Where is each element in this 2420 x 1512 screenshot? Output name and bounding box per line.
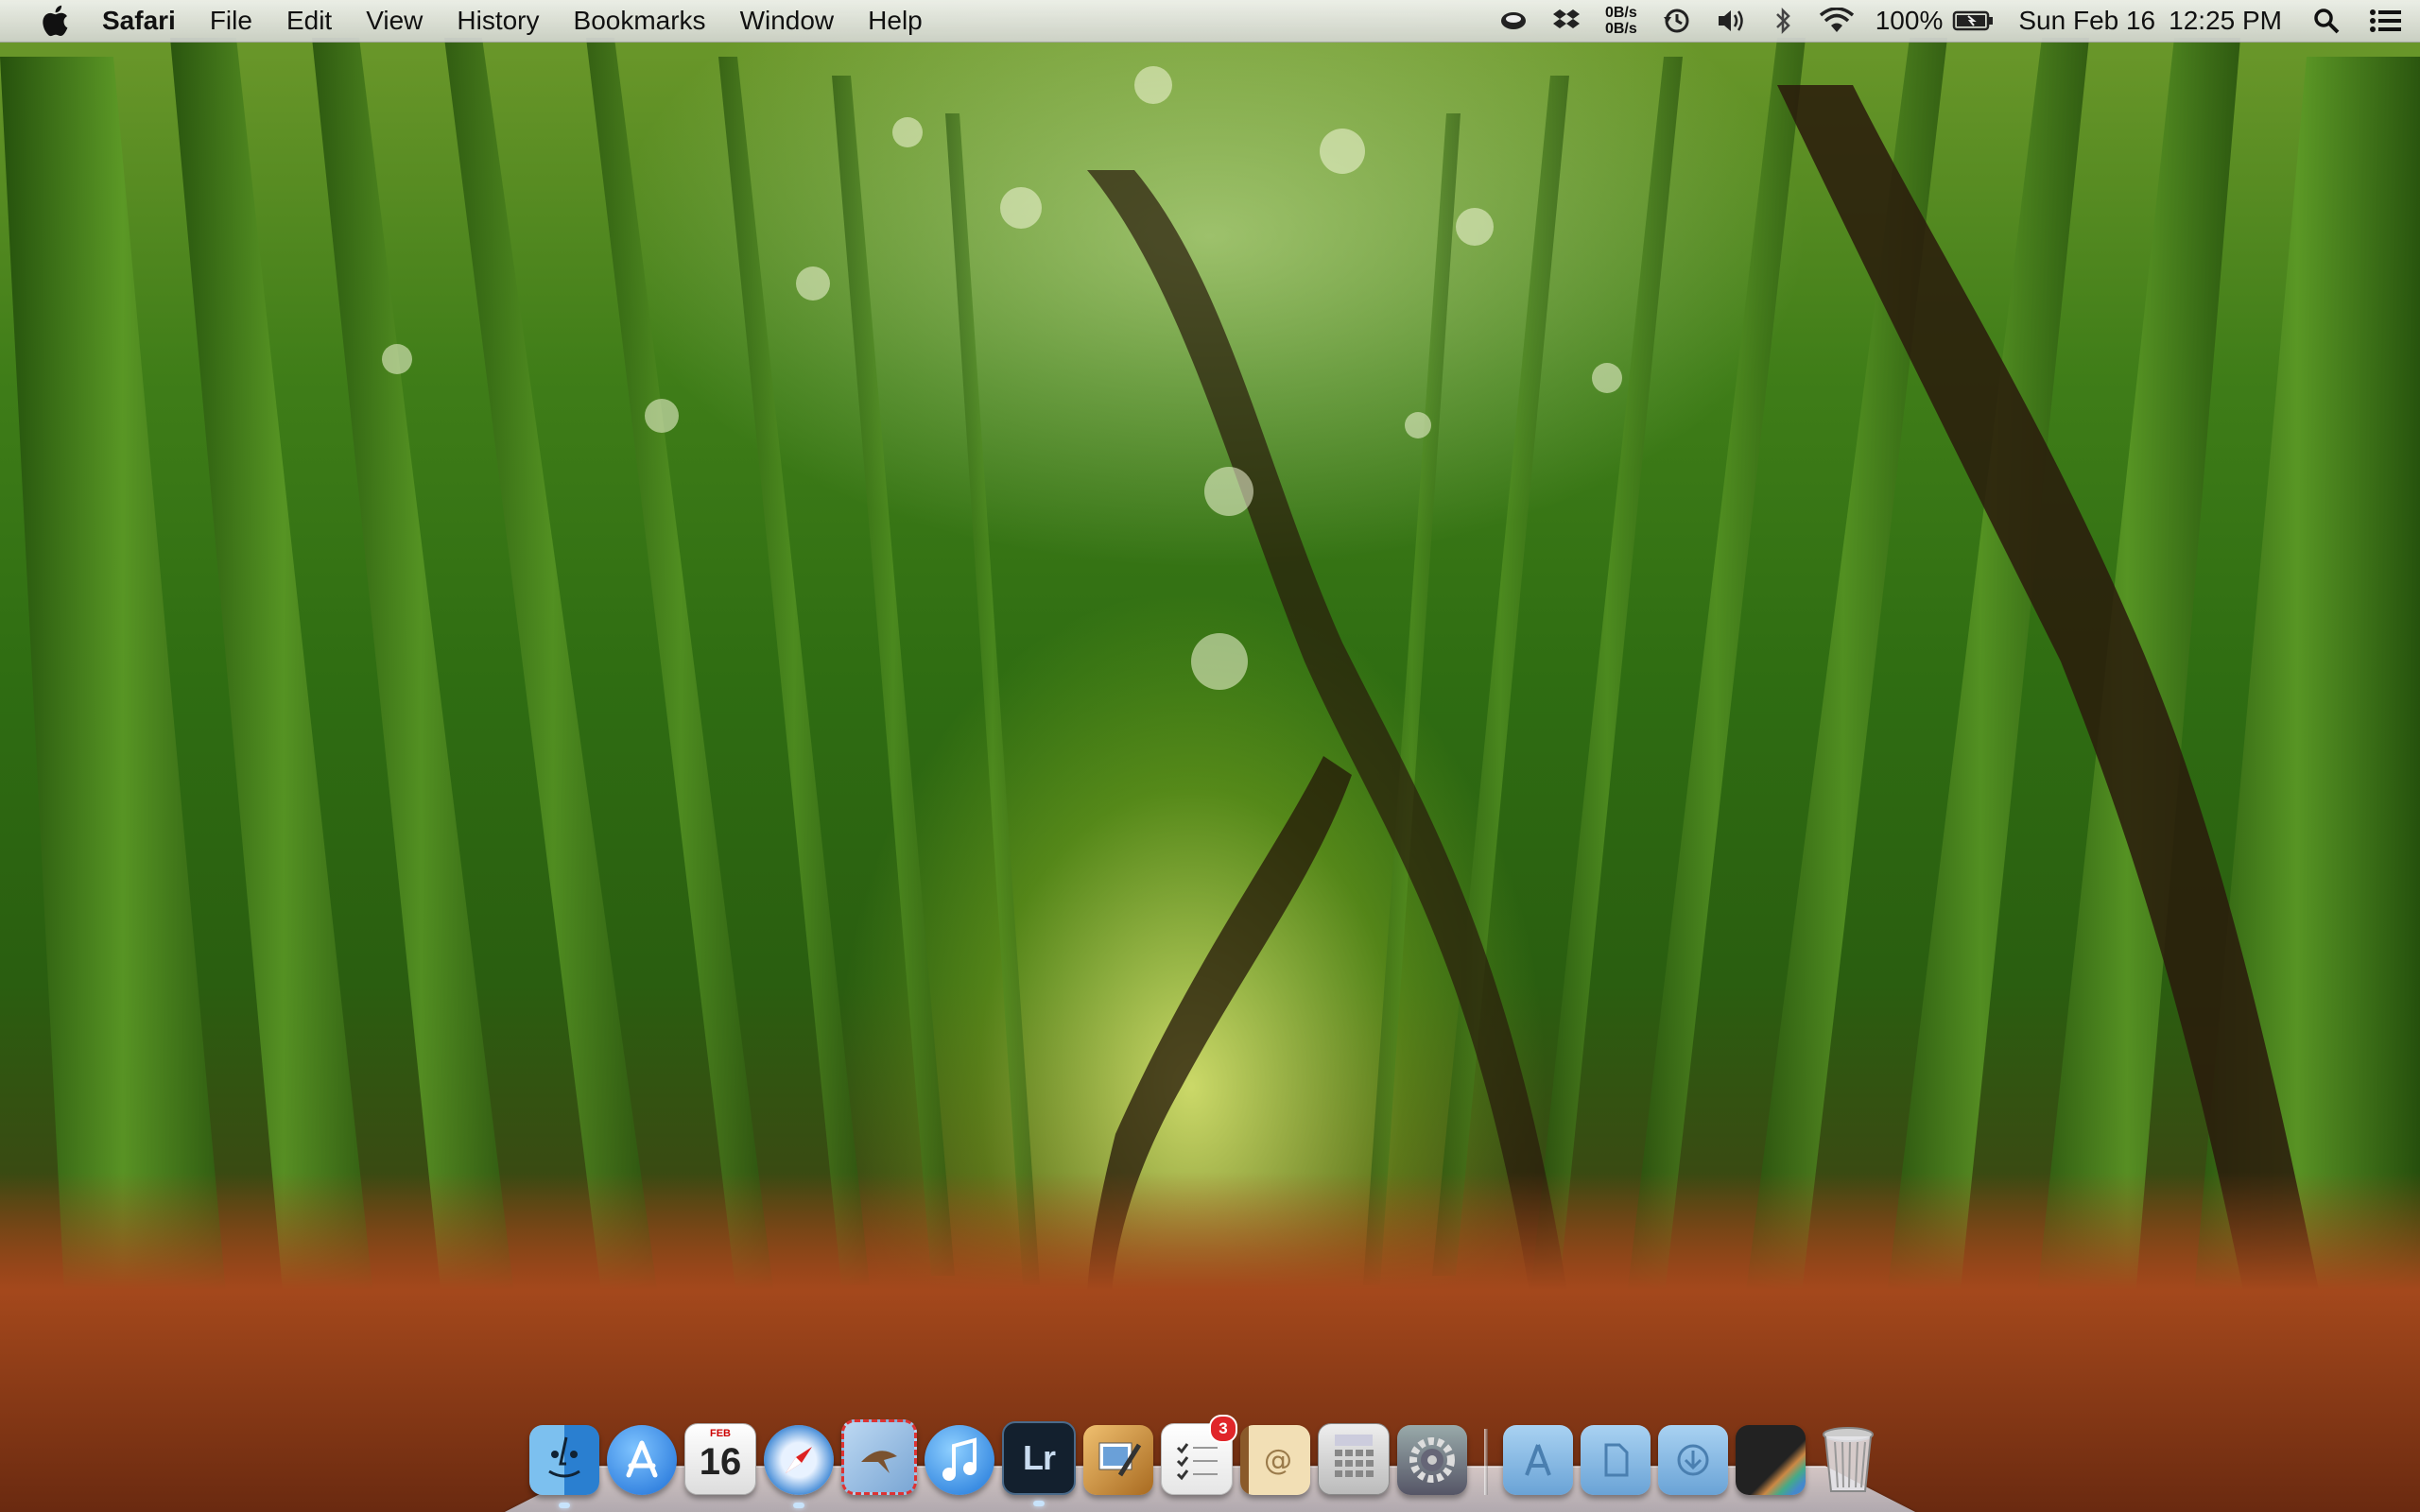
net-upload-speed: 0B/s xyxy=(1604,5,1637,21)
net-download-speed: 0B/s xyxy=(1604,21,1637,37)
trash-icon[interactable] xyxy=(1813,1425,1883,1495)
menu-file[interactable]: File xyxy=(210,6,252,36)
safari-running-indicator xyxy=(793,1503,804,1508)
clock-time: 12:25 PM xyxy=(2169,6,2282,35)
safari-icon[interactable] xyxy=(764,1425,834,1508)
eye-icon[interactable] xyxy=(1499,0,1528,42)
finder-icon[interactable] xyxy=(529,1425,599,1508)
battery-percentage[interactable]: 100% xyxy=(1876,6,1944,36)
menu-history[interactable]: History xyxy=(457,6,539,36)
menu-app-name[interactable]: Safari xyxy=(102,6,176,36)
app-store-icon[interactable] xyxy=(607,1425,677,1495)
wifi-icon[interactable] xyxy=(1819,0,1855,42)
clock-date: Sun Feb 16 xyxy=(2018,6,2156,35)
apple-icon[interactable] xyxy=(36,2,74,40)
itunes-icon[interactable] xyxy=(925,1425,994,1495)
menu-help[interactable]: Help xyxy=(868,6,923,36)
reminders-badge: 3 xyxy=(1209,1415,1237,1443)
mail-icon[interactable] xyxy=(841,1419,917,1495)
notification-center-icon[interactable] xyxy=(2369,0,2403,42)
finder-running-indicator xyxy=(559,1503,570,1508)
dock-separator xyxy=(1484,1429,1488,1495)
dropbox-icon[interactable] xyxy=(1552,0,1581,42)
contacts-icon[interactable]: @ xyxy=(1240,1425,1310,1495)
applications-folder-icon[interactable] xyxy=(1503,1425,1573,1495)
documents-folder-icon[interactable] xyxy=(1581,1425,1651,1495)
bluetooth-icon[interactable] xyxy=(1773,0,1794,42)
network-speed-monitor[interactable]: 0B/s 0B/s xyxy=(1605,5,1637,37)
menu-view[interactable]: View xyxy=(366,6,423,36)
lightroom-running-indicator xyxy=(1033,1501,1045,1506)
spotlight-search-icon[interactable] xyxy=(2312,0,2341,42)
volume-icon[interactable] xyxy=(1717,0,1749,42)
battery-icon[interactable] xyxy=(1952,0,1994,42)
menu-clock[interactable]: Sun Feb 16 12:25 PM xyxy=(2018,6,2282,36)
lightroom-label: Lr xyxy=(1023,1438,1056,1477)
menu-edit[interactable]: Edit xyxy=(286,6,332,36)
stack-icon[interactable] xyxy=(1736,1425,1806,1495)
calculator-icon[interactable] xyxy=(1318,1423,1390,1495)
lightroom-icon[interactable]: Lr xyxy=(1002,1421,1076,1506)
calendar-icon[interactable]: FEB 16 xyxy=(684,1423,756,1495)
bamboo-forest-illustration xyxy=(0,38,2420,1512)
calendar-day: 16 xyxy=(699,1441,742,1483)
dock: FEB 16 Lr 3 @ xyxy=(529,1410,1891,1508)
downloads-folder-icon[interactable] xyxy=(1658,1425,1728,1495)
calendar-month: FEB xyxy=(710,1428,731,1439)
menu-bar: Safari File Edit View History Bookmarks … xyxy=(0,0,2420,43)
status-menus: 0B/s 0B/s 100% Sun Feb 16 12:25 PM xyxy=(1475,0,2420,42)
time-machine-icon[interactable] xyxy=(1662,0,1692,42)
menu-window[interactable]: Window xyxy=(740,6,835,36)
svg-text:@: @ xyxy=(1264,1444,1292,1477)
preview-icon[interactable] xyxy=(1083,1425,1153,1495)
system-preferences-icon[interactable] xyxy=(1397,1425,1467,1495)
desktop-wallpaper xyxy=(0,0,2420,1512)
menu-bookmarks[interactable]: Bookmarks xyxy=(574,6,706,36)
reminders-icon[interactable]: 3 xyxy=(1161,1415,1237,1495)
